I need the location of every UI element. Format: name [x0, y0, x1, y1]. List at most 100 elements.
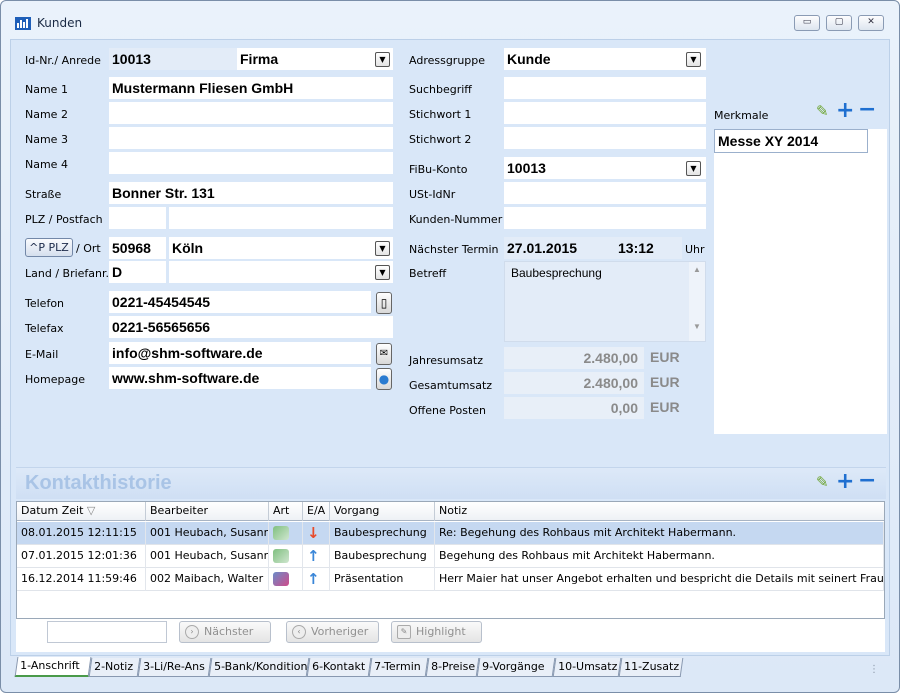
anrede-dropdown-icon[interactable]: ▼ — [375, 52, 390, 67]
dial-phone-icon[interactable]: ▯ — [376, 292, 392, 314]
edit-merkmal-icon[interactable]: ✎ — [816, 104, 829, 119]
ort-dropdown-icon[interactable]: ▼ — [375, 241, 390, 256]
outgoing-arrow-icon: ↑ — [307, 547, 320, 565]
id-anrede-label: Id-Nr./ Anrede — [25, 54, 101, 67]
tab-10-umsatz[interactable]: 10-Umsatz — [552, 658, 622, 677]
add-merkmal-icon[interactable]: + — [836, 100, 854, 122]
anrede-select[interactable]: Firma — [237, 48, 393, 70]
cell-datum: 16.12.2014 11:59:46 — [17, 568, 146, 591]
suchbegriff-field[interactable] — [504, 77, 706, 99]
name4-field[interactable] — [109, 152, 393, 174]
offene-posten-label: Offene Posten — [409, 404, 486, 417]
cell-notiz: Herr Maier hat unser Angebot erhalten un… — [435, 568, 884, 591]
termin-zeit-field[interactable]: 13:12 — [614, 237, 682, 259]
table-row[interactable]: 08.01.2015 12:11:15 001 Heubach, Susann ↓ B… — [17, 522, 884, 545]
column-header-vorgang[interactable]: Vorgang — [330, 502, 435, 521]
naechster-termin-label: Nächster Termin — [409, 243, 499, 256]
fibu-select[interactable]: 10013 — [504, 157, 706, 179]
edit-kontakt-icon[interactable]: ✎ — [816, 475, 829, 490]
remove-merkmal-icon[interactable]: − — [858, 99, 876, 121]
column-header-ea[interactable]: E/A — [303, 502, 330, 521]
merkmale-label: Merkmale — [714, 109, 769, 122]
title-bar: Kunden ▭ ▢ ✕ — [1, 1, 899, 35]
tab-8-preise[interactable]: 8-Preise — [425, 658, 480, 677]
table-row[interactable]: 07.01.2015 12:01:36 001 Heubach, Susann ↑ B… — [17, 545, 884, 568]
name3-field[interactable] — [109, 127, 393, 149]
fibu-dropdown-icon[interactable]: ▼ — [686, 161, 701, 176]
remove-kontakt-icon[interactable]: − — [858, 470, 876, 492]
minimize-button[interactable]: ▭ — [794, 15, 820, 31]
stichwort1-label: Stichwort 1 — [409, 108, 472, 121]
name2-field[interactable] — [109, 102, 393, 124]
merkmale-list[interactable]: Messe XY 2014 — [714, 129, 887, 434]
ustid-field[interactable] — [504, 182, 706, 204]
email-label: E-Mail — [25, 348, 59, 361]
table-search-input[interactable] — [47, 621, 167, 643]
tab-label: 6-Kontakt — [312, 660, 366, 673]
kundennr-field[interactable] — [504, 207, 706, 229]
previous-button[interactable]: ‹ Vorheriger — [286, 621, 379, 643]
adressgruppe-dropdown-icon[interactable]: ▼ — [686, 52, 701, 67]
adressgruppe-select[interactable]: Kunde — [504, 48, 706, 70]
column-header-datum[interactable]: Datum Zeit ▽ — [17, 502, 146, 521]
column-header-bearbeiter[interactable]: Bearbeiter — [146, 502, 269, 521]
cell-bearbeiter: 001 Heubach, Susann — [146, 522, 269, 545]
form-area: Id-Nr./ Anrede 10013 Firma ▼ Name 1 Must… — [10, 39, 890, 656]
tab-5-bank-kondition[interactable]: 5-Bank/Kondition — [208, 658, 310, 677]
jahresumsatz-value: 2.480,00 — [504, 347, 644, 369]
stichwort2-field[interactable] — [504, 127, 706, 149]
ort-field[interactable]: Köln — [169, 237, 393, 259]
gesamtumsatz-currency: EUR — [650, 374, 680, 390]
termin-datum-field[interactable]: 27.01.2015 — [504, 237, 614, 259]
cell-vorgang: Präsentation — [330, 568, 435, 591]
briefanrede-field[interactable] — [169, 261, 393, 283]
maximize-button[interactable]: ▢ — [826, 15, 852, 31]
tab-label: 11-Zusatz — [624, 660, 680, 673]
previous-button-label: Vorheriger — [311, 625, 369, 638]
betreff-scrollbar[interactable]: ▲ ▼ — [689, 262, 705, 341]
adressgruppe-label: Adressgruppe — [409, 54, 486, 67]
tab-1-anschrift[interactable]: 1-Anschrift — [14, 657, 92, 677]
highlight-button[interactable]: ✎ Highlight — [391, 621, 482, 643]
tab-9-vorg-nge[interactable]: 9-Vorgänge — [476, 658, 556, 677]
open-web-icon[interactable]: ● — [376, 368, 392, 390]
telefax-field[interactable]: 0221-56565656 — [109, 316, 393, 338]
fibu-label: FiBu-Konto — [409, 163, 468, 176]
column-header-art[interactable]: Art — [269, 502, 303, 521]
id-field[interactable]: 10013 — [109, 48, 237, 70]
resize-grip-icon[interactable]: ⋮ — [869, 664, 883, 678]
land-field[interactable]: D — [109, 261, 166, 283]
plz-field[interactable] — [109, 207, 166, 229]
cell-ea: ↑ — [303, 568, 330, 591]
add-kontakt-icon[interactable]: + — [836, 471, 854, 493]
offene-posten-value: 0,00 — [504, 397, 644, 419]
name1-field[interactable]: Mustermann Fliesen GmbH — [109, 77, 393, 99]
sort-indicator-icon: ▽ — [86, 504, 96, 517]
previous-icon: ‹ — [292, 625, 306, 639]
ort-plz-field[interactable]: 50968 — [109, 237, 166, 259]
kontakt-table: Datum Zeit ▽ Bearbeiter Art E/A Vorgang … — [16, 501, 885, 619]
close-button[interactable]: ✕ — [858, 15, 884, 31]
briefanrede-dropdown-icon[interactable]: ▼ — [375, 265, 390, 280]
tab-3-li-re-ans[interactable]: 3-Li/Re-Ans — [137, 658, 212, 677]
strasse-field[interactable]: Bonner Str. 131 — [109, 182, 393, 204]
telefon-field[interactable]: 0221-45454545 — [109, 291, 371, 313]
table-row[interactable]: 16.12.2014 11:59:46 002 Maibach, Walter ↑ P… — [17, 568, 884, 591]
next-button[interactable]: › Nächster — [179, 621, 271, 643]
tab-7-termin[interactable]: 7-Termin — [368, 658, 429, 677]
stichwort1-field[interactable] — [504, 102, 706, 124]
plz-lookup-button[interactable]: ^P PLZ — [25, 238, 73, 257]
postfach-field[interactable] — [169, 207, 393, 229]
homepage-field[interactable]: www.shm-software.de — [109, 367, 371, 389]
tab-6-kontakt[interactable]: 6-Kontakt — [306, 658, 372, 677]
kontakthistorie-title: Kontakthistorie — [25, 472, 172, 494]
send-email-icon[interactable]: ✉ — [376, 343, 392, 365]
tab-11-zusatz[interactable]: 11-Zusatz — [618, 658, 684, 677]
name1-label: Name 1 — [25, 83, 68, 96]
jahresumsatz-label: Jahresumsatz — [409, 354, 483, 367]
betreff-textarea[interactable]: Baubesprechung ▲ ▼ — [504, 261, 706, 342]
column-header-notiz[interactable]: Notiz — [435, 502, 884, 521]
tab-2-notiz[interactable]: 2-Notiz — [88, 658, 141, 677]
email-field[interactable]: info@shm-software.de — [109, 342, 371, 364]
merkmal-item[interactable]: Messe XY 2014 — [714, 129, 868, 153]
